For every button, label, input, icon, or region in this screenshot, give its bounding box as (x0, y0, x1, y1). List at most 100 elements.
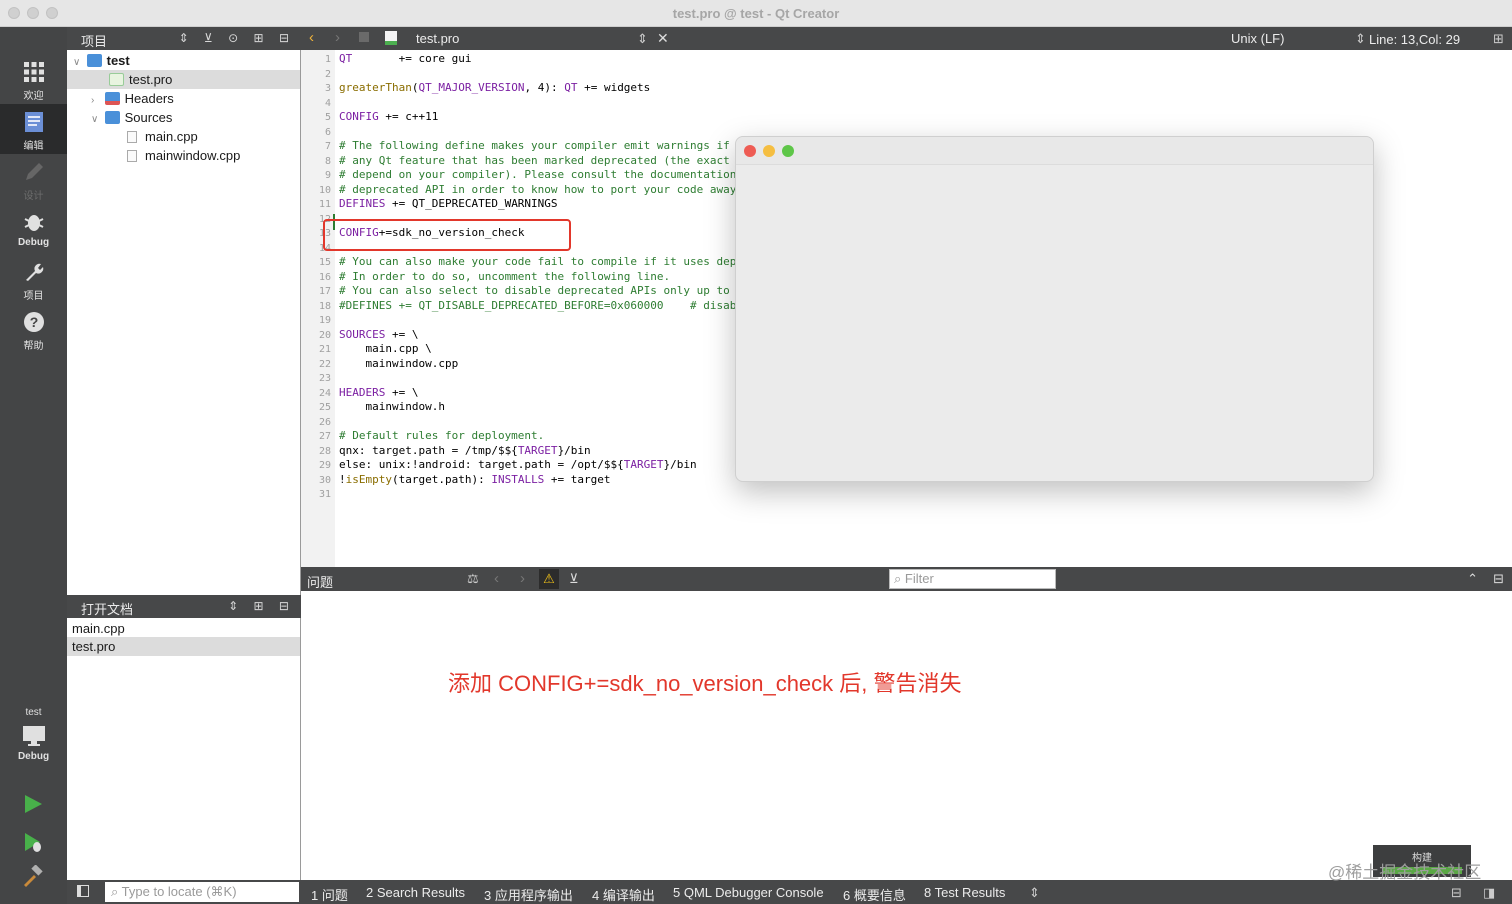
tab-compile-output[interactable]: 4 编译输出 (592, 885, 655, 904)
warning-filter-icon[interactable]: ⚠ (539, 569, 559, 589)
app-window-preview[interactable] (735, 136, 1374, 482)
line-number: 23 (318, 373, 331, 384)
code-line[interactable]: HEADERS += \ (339, 386, 418, 401)
back-icon[interactable]: ‹ (309, 29, 314, 46)
next-issue-icon[interactable]: › (520, 570, 525, 587)
mode-design[interactable]: 设计 (0, 154, 67, 204)
code-line[interactable]: # Default rules for deployment. (339, 429, 544, 444)
code-line[interactable]: # The following define makes your compil… (339, 139, 750, 154)
prev-issue-icon[interactable]: ‹ (494, 570, 499, 587)
close-window-button[interactable] (744, 145, 756, 157)
line-ending-selector[interactable]: Unix (LF) (1231, 31, 1284, 46)
code-line[interactable]: mainwindow.cpp (339, 357, 458, 372)
tab-app-output[interactable]: 3 应用程序输出 (484, 885, 573, 904)
tree-item-sources[interactable]: ∨ Sources (67, 108, 300, 127)
line-number: 19 (318, 315, 331, 326)
code-line[interactable]: greaterThan(QT_MAJOR_VERSION, 4): QT += … (339, 81, 650, 96)
open-doc-main-cpp[interactable]: main.cpp (67, 619, 300, 638)
code-line[interactable]: qnx: target.path = /tmp/$${TARGET}/bin (339, 444, 591, 459)
document-selector[interactable]: test.pro (416, 31, 459, 46)
code-line[interactable]: SOURCES += \ (339, 328, 418, 343)
line-number: 1 (324, 54, 331, 65)
code-line[interactable]: # In order to do so, uncomment the follo… (339, 270, 670, 285)
code-line[interactable]: QT += core gui (339, 52, 471, 67)
line-number: 27 (318, 431, 331, 442)
line-number: 10 (318, 184, 331, 196)
toggle-output-icon[interactable]: ◨ (1483, 885, 1495, 901)
issues-pane-header: 问题 ⚖ ‹ › ⚠ ⊻ ⌕ Filter ⌃ ⊟ (301, 567, 1512, 591)
progress-details-icon[interactable]: ⊟ (1451, 885, 1462, 901)
tab-issues[interactable]: 1 问题 (311, 885, 348, 904)
split-icon[interactable]: ⊞ (1493, 31, 1504, 47)
line-number: 2 (324, 68, 331, 80)
line-number: 8 (324, 155, 331, 167)
mode-projects[interactable]: 项目 (0, 254, 67, 304)
document-selector-arrows-icon[interactable]: ⇕ (637, 31, 648, 47)
close-document-icon[interactable]: ✕ (657, 30, 669, 47)
mode-help[interactable]: ? 帮助 (0, 304, 67, 354)
sources-folder-icon (104, 111, 120, 124)
line-number: 16 (318, 271, 331, 283)
line-number: 28 (318, 445, 331, 457)
mode-edit[interactable]: 编辑 (0, 104, 67, 154)
code-line[interactable]: CONFIG += c++11 (339, 110, 438, 125)
code-line[interactable]: DEFINES += QT_DEPRECATED_WARNINGS (339, 197, 558, 212)
output-pane-bar: ⌕ Type to locate (⌘K) 1 问题 2 Search Resu… (67, 880, 1512, 904)
code-line[interactable]: # You can also make your code fail to co… (339, 255, 750, 270)
minimize-window-button[interactable] (763, 145, 775, 157)
code-line[interactable]: # deprecated API in order to know how to… (339, 183, 750, 198)
line-number: 3 (324, 83, 331, 94)
zoom-window-button[interactable] (782, 145, 794, 157)
locator-input[interactable]: ⌕ Type to locate (⌘K) (105, 882, 299, 902)
code-line[interactable]: # any Qt feature that has been marked de… (339, 154, 750, 169)
clean-icon[interactable]: ⚖ (467, 571, 479, 587)
line-number: 5 (324, 112, 331, 123)
line-ending-arrows-icon: ⇕ (1355, 31, 1366, 46)
cpp-file-icon (127, 131, 137, 143)
help-icon: ? (23, 312, 44, 332)
open-doc-test-pro[interactable]: test.pro (67, 637, 300, 656)
tab-qml-debugger[interactable]: 5 QML Debugger Console (673, 885, 824, 900)
run-icon[interactable] (22, 793, 44, 815)
forward-icon[interactable]: › (335, 29, 340, 46)
tree-item-main-cpp[interactable]: main.cpp (67, 127, 300, 146)
line-number: 26 (318, 416, 331, 428)
tab-search-results[interactable]: 2 Search Results (366, 885, 465, 900)
toggle-sidebar-icon[interactable] (77, 885, 89, 897)
issues-list: 添加 CONFIG+=sdk_no_version_check 后, 警告消失 (301, 591, 1512, 880)
annotation-text: 添加 CONFIG+=sdk_no_version_check 后, 警告消失 (448, 671, 962, 696)
code-line[interactable]: # depend on your compiler). Please consu… (339, 168, 750, 183)
build-hammer-icon[interactable] (22, 865, 44, 887)
more-tabs-icon[interactable]: ⇕ (1029, 885, 1040, 901)
project-panel-toolbar[interactable]: ⇕ ⊻ ⊙ ⊞ ⊟ (179, 31, 295, 45)
mode-welcome[interactable]: 欢迎 (0, 54, 67, 104)
search-icon: ⌕ (111, 884, 119, 899)
filter-icon[interactable]: ⊻ (569, 571, 579, 587)
tree-item-test[interactable]: ∨ test (67, 51, 300, 70)
code-line[interactable]: else: unix:!android: target.path = /opt/… (339, 458, 697, 473)
window-title: test.pro @ test - Qt Creator (672, 6, 840, 21)
code-line[interactable]: !isEmpty(target.path): INSTALLS += targe… (339, 473, 611, 488)
tree-item-test-pro[interactable]: test.pro (67, 70, 300, 89)
mode-debug[interactable]: Debug (0, 204, 67, 254)
debug-run-icon[interactable] (22, 831, 44, 853)
code-line[interactable]: main.cpp \ (339, 342, 431, 357)
code-line[interactable]: #DEFINES += QT_DISABLE_DEPRECATED_BEFORE… (339, 299, 750, 314)
cursor-position[interactable]: Line: 13,Col: 29 (1369, 32, 1460, 47)
issues-filter-input[interactable]: ⌕ Filter (889, 569, 1056, 589)
tree-item-mainwindow-cpp[interactable]: mainwindow.cpp (67, 146, 300, 165)
close-pane-icon[interactable]: ⊟ (1493, 571, 1504, 587)
code-line[interactable]: # You can also select to disable depreca… (339, 284, 750, 299)
kit-selector[interactable]: Debug (0, 724, 67, 762)
line-number: 24 (318, 387, 331, 399)
open-docs-toolbar[interactable]: ⇕ ⊞ ⊟ (228, 599, 295, 613)
line-number: 31 (318, 489, 331, 500)
tab-general-messages[interactable]: 6 概要信息 (843, 885, 906, 904)
maximize-pane-icon[interactable]: ⌃ (1467, 571, 1478, 587)
tree-item-headers[interactable]: › Headers (67, 89, 300, 108)
tab-test-results[interactable]: 8 Test Results (924, 885, 1005, 900)
line-number: 25 (318, 402, 331, 413)
kit-mode-label: Debug (17, 751, 50, 762)
project-view-selector[interactable]: 项目 (81, 31, 107, 50)
code-line[interactable]: mainwindow.h (339, 400, 444, 415)
